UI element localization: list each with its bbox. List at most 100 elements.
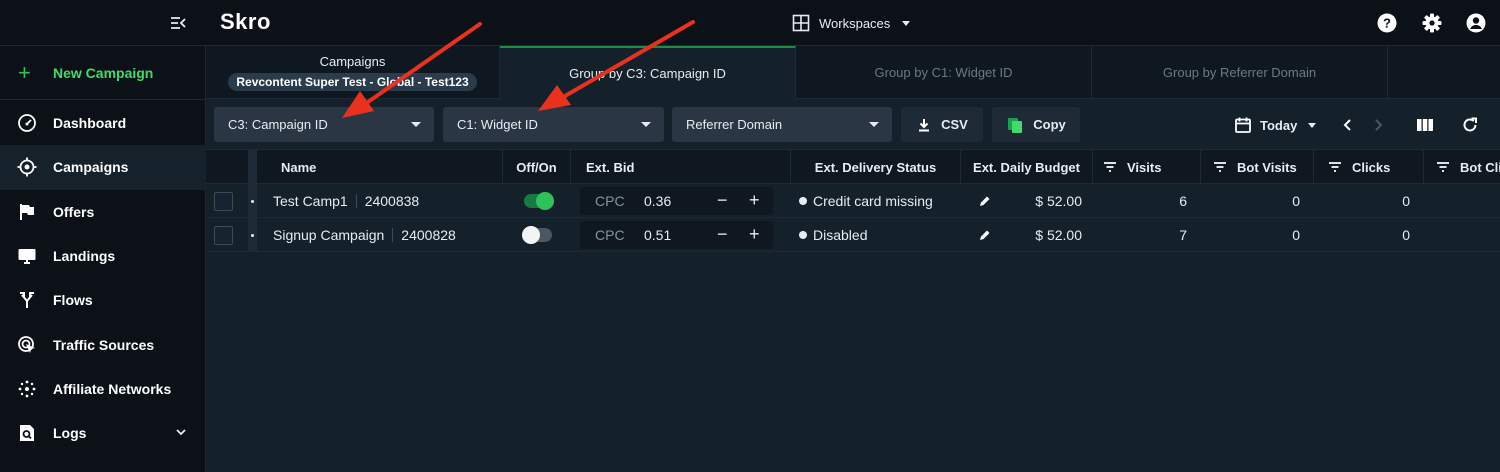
sidebar-item-offers[interactable]: Offers <box>0 190 206 234</box>
sidebar-item-logs[interactable]: Logs <box>0 411 206 455</box>
tab-group-widget-id[interactable]: Group by C1: Widget ID <box>796 46 1092 99</box>
sidebar-item-label: Landings <box>53 248 116 265</box>
sidebar-item-label: Dashboard <box>53 115 127 132</box>
campaign-filter-badge[interactable]: Revcontent Super Test - Global - Test123 <box>228 73 477 91</box>
chevron-down-icon[interactable] <box>174 425 188 439</box>
row-checkbox[interactable] <box>214 192 233 211</box>
sidebar-item-flows[interactable]: Flows <box>0 278 206 322</box>
delivery-status-cell: Disabled <box>799 218 867 252</box>
new-campaign-button[interactable]: + New Campaign <box>0 46 206 100</box>
divider <box>392 228 394 242</box>
sidebar-item-affiliate-networks[interactable]: Affiliate Networks <box>0 367 206 411</box>
csv-button[interactable]: CSV <box>901 107 983 142</box>
csv-label: CSV <box>941 117 968 132</box>
sidebar-item-label: Traffic Sources <box>53 336 155 353</box>
column-header-bot-visits[interactable]: Bot Visits <box>1201 150 1314 184</box>
bot-visits-value: 0 <box>1292 193 1300 209</box>
column-header-label: Bot Visits <box>1237 159 1297 175</box>
group-select-value: Referrer Domain <box>686 117 783 132</box>
campaign-toggle[interactable] <box>524 192 554 210</box>
grid-icon <box>792 14 810 32</box>
status-dot-icon <box>799 197 807 205</box>
refresh-icon[interactable] <box>1459 114 1481 136</box>
delivery-status: Credit card missing <box>813 193 933 209</box>
calendar-icon <box>1234 116 1252 134</box>
top-bar: Skro Workspaces ? <box>0 0 1500 46</box>
column-header-label: Visits <box>1127 159 1162 175</box>
increment-button[interactable]: + <box>749 224 760 244</box>
daily-budget: $ 52.00 <box>1035 193 1082 209</box>
caret-down-icon <box>899 16 913 30</box>
row-drag-handle[interactable] <box>248 184 257 218</box>
campaign-name-cell[interactable]: Signup Campaign 2400828 <box>273 218 456 252</box>
filter-icon[interactable] <box>1436 162 1450 172</box>
divider <box>355 194 357 208</box>
column-header-name[interactable]: Name <box>257 150 503 184</box>
filter-icon[interactable] <box>1103 162 1117 172</box>
clicks-value: 0 <box>1402 193 1410 209</box>
campaign-toggle[interactable] <box>522 226 552 244</box>
bid-stepper[interactable]: CPC 0.36 − + <box>580 187 773 215</box>
column-header-ext-bid[interactable]: Ext. Bid <box>571 150 791 184</box>
status-dot-icon <box>799 231 807 239</box>
caret-down-icon <box>411 122 421 127</box>
campaign-id: 2400828 <box>401 227 456 243</box>
target-icon <box>17 157 37 177</box>
campaign-name-cell[interactable]: Test Camp1 2400838 <box>273 184 419 218</box>
grip-dot <box>251 199 254 203</box>
increment-button[interactable]: + <box>749 190 760 210</box>
sidebar-item-campaigns[interactable]: Campaigns <box>0 145 206 190</box>
tab-campaigns-title: Campaigns <box>319 54 386 69</box>
column-header-clicks[interactable]: Clicks <box>1314 150 1424 184</box>
group-select-1[interactable]: C3: Campaign ID <box>214 107 434 142</box>
sidebar-item-label: Offers <box>53 203 95 220</box>
bid-value[interactable]: 0.36 <box>644 193 671 209</box>
decrement-button[interactable]: − <box>717 190 728 210</box>
grip-column-header <box>248 150 257 184</box>
sidebar-item-label: Affiliate Networks <box>53 380 172 397</box>
help-icon[interactable]: ? <box>1376 12 1398 34</box>
date-range-picker[interactable]: Today <box>1234 113 1319 137</box>
sidebar-item-landings[interactable]: Landings <box>0 234 206 278</box>
account-icon[interactable] <box>1465 12 1487 34</box>
sidebar-item-traffic-sources[interactable]: Traffic Sources <box>0 322 206 366</box>
column-header-bot-clicks[interactable]: Bot Cli <box>1424 150 1500 184</box>
row-drag-handle[interactable] <box>248 218 257 252</box>
tab-campaigns[interactable]: Campaigns Revcontent Super Test - Global… <box>206 46 500 99</box>
column-header-offon[interactable]: Off/On <box>503 150 571 184</box>
group-select-3[interactable]: Referrer Domain <box>672 107 892 142</box>
table-row[interactable]: Test Camp1 2400838 CPC 0.36 − + Credit c… <box>206 184 1500 218</box>
bid-value[interactable]: 0.51 <box>644 227 671 243</box>
sidebar-nav: Dashboard Campaigns Offers Landings Flow… <box>0 101 206 455</box>
table-row[interactable]: Signup Campaign 2400828 CPC 0.51 − + Dis… <box>206 218 1500 252</box>
tab-label: Group by C1: Widget ID <box>874 65 1013 80</box>
collapse-sidebar-icon[interactable] <box>168 13 188 33</box>
workspaces-label: Workspaces <box>819 15 891 31</box>
filter-icon[interactable] <box>1328 162 1342 172</box>
settings-icon[interactable] <box>1421 12 1443 34</box>
columns-icon[interactable] <box>1414 114 1436 136</box>
edit-budget-button[interactable] <box>978 184 992 218</box>
column-header-visits[interactable]: Visits <box>1093 150 1201 184</box>
chevron-left-icon[interactable] <box>1337 114 1359 136</box>
workspaces-dropdown[interactable]: Workspaces <box>792 11 913 35</box>
grip-dot <box>251 233 254 237</box>
column-header-delivery-status[interactable]: Ext. Delivery Status <box>791 150 961 184</box>
sidebar-item-label: Logs <box>53 425 87 442</box>
copy-icon <box>1006 116 1024 134</box>
chevron-right-icon[interactable] <box>1367 114 1389 136</box>
column-header-daily-budget[interactable]: Ext. Daily Budget <box>961 150 1093 184</box>
tab-group-referrer-domain[interactable]: Group by Referrer Domain <box>1092 46 1388 99</box>
copy-button[interactable]: Copy <box>992 107 1080 142</box>
sidebar-item-dashboard[interactable]: Dashboard <box>0 101 206 145</box>
edit-budget-button[interactable] <box>978 218 992 252</box>
bid-stepper[interactable]: CPC 0.51 − + <box>580 221 773 249</box>
row-checkbox[interactable] <box>214 226 233 245</box>
decrement-button[interactable]: − <box>717 224 728 244</box>
group-select-2[interactable]: C1: Widget ID <box>443 107 664 142</box>
pencil-icon <box>978 228 992 242</box>
tab-group-campaign-id[interactable]: Group by C3: Campaign ID <box>500 46 796 99</box>
sidebar-item-label: Flows <box>53 292 93 309</box>
filter-icon[interactable] <box>1213 162 1227 172</box>
app-logo[interactable]: Skro <box>220 9 271 35</box>
